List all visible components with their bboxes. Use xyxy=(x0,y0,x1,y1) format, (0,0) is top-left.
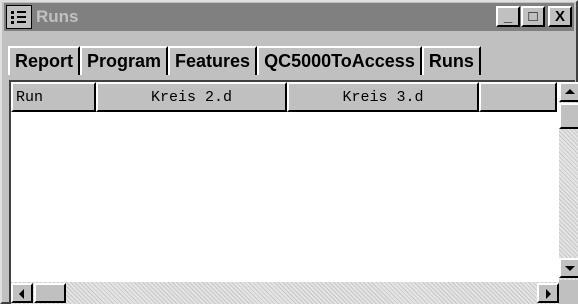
tab-strip: Report Program Features QC5000ToAccess R… xyxy=(8,46,481,75)
scroll-down-arrow-icon xyxy=(565,266,575,271)
close-button[interactable]: X xyxy=(548,6,572,27)
horizontal-scroll-thumb[interactable] xyxy=(34,283,66,303)
tab-features[interactable]: Features xyxy=(168,46,258,75)
horizontal-scrollbar[interactable] xyxy=(11,282,559,304)
runs-window: Runs _ □ X Report Program Features QC500… xyxy=(0,0,578,304)
vertical-scrollbar[interactable] xyxy=(559,82,578,280)
scroll-up-button[interactable] xyxy=(559,82,578,102)
runs-grid[interactable]: Run Kreis 2.d Kreis 3.d xyxy=(9,80,578,304)
window-title: Runs xyxy=(36,7,79,26)
tab-qc5000toaccess[interactable]: QC5000ToAccess xyxy=(257,46,422,75)
tab-report[interactable]: Report xyxy=(8,46,80,75)
tab-program[interactable]: Program xyxy=(80,46,169,75)
vertical-scroll-thumb[interactable] xyxy=(559,103,578,129)
scroll-right-arrow-icon xyxy=(546,289,551,299)
close-icon: X xyxy=(554,8,565,25)
maximize-button[interactable]: □ xyxy=(521,6,545,27)
grid-header-row: Run Kreis 2.d Kreis 3.d xyxy=(11,82,557,112)
scroll-up-arrow-icon xyxy=(565,89,575,94)
column-header-empty[interactable] xyxy=(479,82,557,112)
scroll-left-button[interactable] xyxy=(11,283,33,303)
column-header-run[interactable]: Run xyxy=(11,82,96,112)
tab-runs[interactable]: Runs xyxy=(421,46,481,75)
minimize-icon: _ xyxy=(503,8,513,25)
maximize-icon: □ xyxy=(528,8,538,25)
title-bar[interactable]: Runs _ □ X xyxy=(4,3,574,31)
scroll-down-button[interactable] xyxy=(559,258,578,278)
column-header-kreis-3[interactable]: Kreis 3.d xyxy=(287,82,479,112)
column-header-kreis-2[interactable]: Kreis 2.d xyxy=(96,82,287,112)
minimize-button[interactable]: _ xyxy=(496,6,520,27)
scroll-right-button[interactable] xyxy=(537,283,559,303)
scroll-left-arrow-icon xyxy=(19,289,24,299)
scrollbar-corner xyxy=(559,280,578,304)
app-list-icon[interactable] xyxy=(6,5,32,29)
